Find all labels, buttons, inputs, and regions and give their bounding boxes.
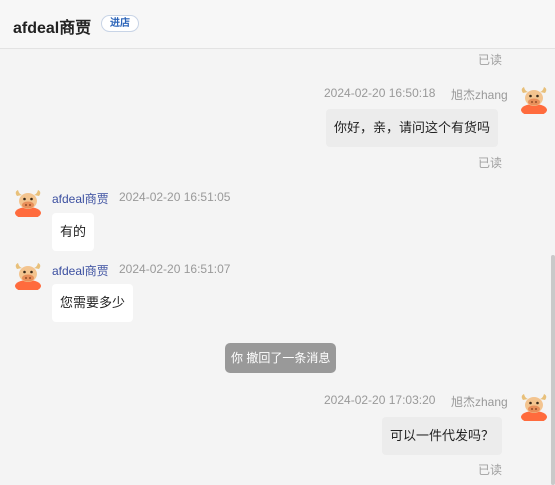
user-avatar[interactable] [519,391,549,421]
read-status: 已读 [478,463,503,477]
read-status: 已读 [478,53,503,67]
message-timestamp: 2024-02-20 16:51:05 [119,190,231,204]
shop-avatar[interactable] [13,187,43,217]
user-avatar[interactable] [519,84,549,114]
message-bubble[interactable]: 您需要多少 [52,284,134,322]
shop-avatar[interactable] [13,260,43,290]
chat-header: afdeal商贾 进店 [0,0,555,49]
message-sender[interactable]: afdeal商贾 [52,190,109,207]
message-sender: 旭杰zhang [451,395,508,409]
message-list[interactable]: 已读 2024-02-20 16:50:18 旭杰zhang 你好，亲，请问这个… [0,49,555,485]
message-bubble[interactable]: 可以一件代发吗？ [382,417,503,455]
message-timestamp: 2024-02-20 17:03:20 [324,393,436,407]
recall-notice: 你 撤回了一条消息 [225,343,337,373]
message-sender[interactable]: afdeal商贾 [52,262,109,279]
message-bubble[interactable]: 有的 [52,213,95,251]
message-timestamp: 2024-02-20 16:51:07 [119,262,231,276]
message-bubble[interactable]: 你好，亲，请问这个有货吗 [326,109,499,147]
read-status: 已读 [478,156,503,170]
enter-shop-button[interactable]: 进店 [101,15,139,32]
shop-name[interactable]: afdeal商贾 [13,14,91,38]
message-timestamp: 2024-02-20 16:50:18 [324,86,436,100]
scrollbar[interactable] [551,255,555,485]
message-sender: 旭杰zhang [451,88,508,102]
